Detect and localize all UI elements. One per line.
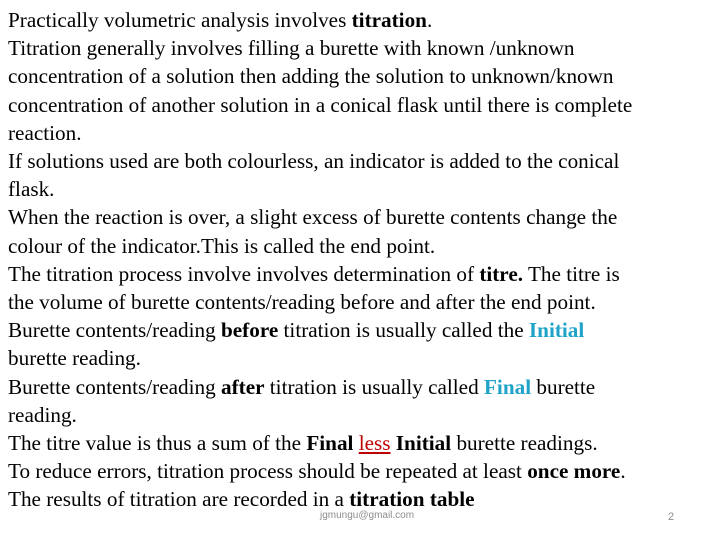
text-line-11: the volume of burette contents/reading b… (8, 290, 596, 315)
text-line-2: Titration generally involves filling a b… (8, 36, 575, 61)
page-number: 2 (668, 511, 675, 523)
keyword-before: before (220, 318, 279, 343)
keyword-titration: titration (351, 8, 427, 32)
text-line-7: flask. (8, 177, 55, 202)
text-line-14: Burette contents/reading after titration… (8, 374, 596, 399)
text-line-9: colour of the indicator.This is called t… (8, 233, 436, 258)
text-line-16: The titre value is thus a sum of the Fin… (8, 431, 598, 456)
keyword-titre: titre. (479, 261, 524, 286)
text-line-12: Burette contents/reading before titratio… (8, 318, 585, 343)
keyword-less: less (358, 431, 391, 456)
text-line-15: reading. (8, 402, 77, 427)
slide-body-text: Practically volumetric analysis involves… (8, 6, 720, 514)
text-line-1: Practically volumetric analysis involves… (8, 8, 433, 32)
keyword-titration-table: titration table (349, 487, 475, 512)
keyword-after: after (220, 374, 265, 399)
footer-email: jgmungu@gmail.com (320, 510, 415, 521)
text-line-4: concentration of another solution in a c… (8, 92, 633, 117)
keyword-initial-bold: Initial (395, 431, 452, 456)
keyword-initial: Initial (528, 318, 585, 343)
text-line-6: If solutions used are both colourless, a… (8, 149, 620, 174)
text-line-8: When the reaction is over, a slight exce… (8, 205, 618, 230)
text-line-17: To reduce errors, titration process shou… (8, 459, 626, 484)
keyword-final-bold: Final (306, 431, 354, 456)
text-line-10: The titration process involve involves d… (8, 261, 620, 286)
text-line-13: burette reading. (8, 346, 141, 371)
slide: Practically volumetric analysis involves… (0, 0, 720, 540)
text-line-3: concentration of a solution then adding … (8, 64, 614, 89)
text-line-5: reaction. (8, 120, 82, 145)
keyword-once-more: once more (527, 459, 621, 484)
keyword-final: Final (483, 374, 532, 399)
